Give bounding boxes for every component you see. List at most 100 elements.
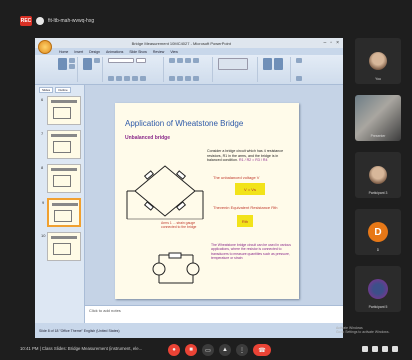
office-button[interactable]	[38, 40, 52, 54]
slide-thumbnail[interactable]: 10	[41, 232, 81, 261]
tab-design[interactable]: Design	[89, 50, 100, 54]
participant-tile[interactable]: Presenter	[355, 95, 401, 141]
ppt-titlebar: Bridge Measurement 10MC4027 - Microsoft …	[35, 38, 343, 48]
side-panel-icons	[362, 346, 398, 352]
align-center-icon[interactable]	[177, 76, 183, 81]
indent-icon[interactable]	[185, 58, 191, 63]
meeting-info-icon[interactable]	[36, 17, 44, 25]
find-icon[interactable]	[296, 58, 302, 63]
thumb-tabs: Slides Outline	[39, 87, 80, 93]
paste-icon[interactable]	[58, 58, 67, 70]
layout-icon[interactable]	[94, 58, 100, 63]
present-icon[interactable]: ▲	[219, 344, 231, 356]
captions-icon[interactable]: ▭	[202, 344, 214, 356]
copy-icon[interactable]	[69, 64, 75, 69]
info-icon[interactable]	[362, 346, 368, 352]
more-options-icon[interactable]: ⋮	[236, 344, 248, 356]
align-right-icon[interactable]	[185, 76, 191, 81]
people-icon[interactable]	[372, 346, 378, 352]
slides-group	[81, 57, 103, 82]
tab-animations[interactable]: Animations	[106, 50, 123, 54]
camera-off-icon[interactable]: ■	[185, 344, 197, 356]
participant-name: You	[375, 77, 381, 81]
clipboard-group	[56, 57, 78, 82]
shadow-icon[interactable]	[132, 76, 138, 81]
bold-icon[interactable]	[108, 76, 114, 81]
text-direction-icon[interactable]	[193, 58, 199, 63]
thevenin-circuit-diagram	[152, 252, 200, 284]
slide-thumbnail[interactable]: 7	[41, 130, 81, 159]
slide-title: Application of Wheatstone Bridge	[125, 119, 244, 128]
underline-icon[interactable]	[124, 76, 130, 81]
new-slide-icon[interactable]	[83, 58, 92, 70]
slide-thumbnail-active[interactable]: 9	[42, 198, 81, 227]
avatar	[369, 166, 387, 184]
replace-icon[interactable]	[296, 76, 302, 81]
slide-editing-area: Application of Wheatstone Bridge Unbalan…	[85, 85, 343, 323]
tab-slide-show[interactable]: Slide Show	[129, 50, 147, 54]
participant-tile[interactable]: Participant 5	[355, 266, 401, 312]
tab-view[interactable]: View	[170, 50, 178, 54]
meeting-code: fit-ltb-mah-wvwq-hxg	[48, 18, 95, 24]
arrange-group	[261, 57, 291, 82]
slide-thumbnail[interactable]: 8	[41, 164, 81, 193]
justify-icon[interactable]	[193, 76, 199, 81]
shared-screen: Bridge Measurement 10MC4027 - Microsoft …	[35, 38, 343, 338]
participant-name: Participant 3	[368, 191, 388, 195]
participant-name: Presenter	[370, 134, 386, 138]
current-slide[interactable]: Application of Wheatstone Bridge Unbalan…	[115, 103, 299, 299]
align-left-icon[interactable]	[169, 76, 175, 81]
tab-review[interactable]: Review	[153, 50, 164, 54]
cut-icon[interactable]	[69, 58, 75, 63]
participant-tile[interactable]: Participant 3	[355, 152, 401, 198]
font-size-select[interactable]	[136, 58, 146, 63]
quick-styles-icon[interactable]	[274, 58, 283, 70]
tab-home[interactable]: Home	[59, 50, 68, 54]
ppt-status-bar: Slide 8 of 18 "Office Theme" English (Un…	[35, 323, 343, 338]
participant-name: D	[376, 248, 380, 252]
avatar	[369, 52, 387, 70]
unbalanced-voltage-label: The unbalanced voltage V	[213, 175, 260, 180]
slide-subtitle: Unbalanced bridge	[125, 135, 171, 141]
watermark-line2: Go to Settings to activate Windows.	[336, 330, 390, 335]
meeting-controls-bar: 10:41 PM | Class Slides: Bridge Measurem…	[0, 340, 412, 360]
italic-icon[interactable]	[116, 76, 122, 81]
slide-number: 9	[42, 200, 45, 205]
meeting-window: REC fit-ltb-mah-wvwq-hxg Bridge Measurem…	[0, 0, 412, 360]
chat-icon[interactable]	[382, 346, 388, 352]
maximize-icon[interactable]: ▫	[330, 40, 332, 46]
slide-thumbnail[interactable]: 6	[41, 96, 81, 125]
call-controls: ● ■ ▭ ▲ ⋮ ☎	[168, 344, 271, 356]
participant-tile[interactable]: You	[355, 38, 401, 84]
end-call-button[interactable]: ☎	[253, 344, 271, 356]
minimize-icon[interactable]: –	[324, 40, 327, 46]
mic-off-icon[interactable]: ●	[168, 344, 180, 356]
application-paragraph: The Wheatstone bridge circuit can be use…	[211, 243, 291, 261]
para-start: Consider a bridge circuit which has 4 re…	[207, 149, 284, 153]
tab-insert[interactable]: Insert	[74, 50, 83, 54]
font-color-icon[interactable]	[140, 76, 146, 81]
ppt-workarea: Slides Outline 6 7 8 9 10 Application of…	[35, 85, 343, 323]
font-select[interactable]	[108, 58, 134, 63]
participant-tile[interactable]: D D	[355, 209, 401, 255]
shapes-gallery[interactable]	[218, 58, 248, 70]
avatar: D	[368, 222, 388, 242]
bullets-icon[interactable]	[169, 58, 175, 63]
editing-group	[294, 57, 316, 82]
activities-icon[interactable]	[392, 346, 398, 352]
para-formula: R1 / R2 = R3 / R4	[238, 158, 268, 163]
notes-pane[interactable]: Click to add notes	[85, 305, 343, 323]
tab-outline[interactable]: Outline	[55, 87, 71, 93]
diagram-note: Arms 1 ... strain gauge connected to the…	[161, 221, 197, 230]
arrange-icon[interactable]	[263, 58, 272, 70]
slide-number: 7	[41, 131, 44, 136]
close-icon[interactable]: ×	[336, 40, 339, 46]
slide-thumbnail-pane: Slides Outline 6 7 8 9 10	[35, 85, 85, 323]
font-group	[106, 57, 164, 82]
resistance-formula: Rth	[237, 215, 253, 227]
tab-slides[interactable]: Slides	[39, 87, 54, 93]
numbering-icon[interactable]	[177, 58, 183, 63]
paragraph-group	[167, 57, 213, 82]
status-text: Slide 8 of 18 "Office Theme" English (Un…	[39, 328, 120, 333]
meeting-label: 10:41 PM | Class Slides: Bridge Measurem…	[20, 346, 143, 351]
